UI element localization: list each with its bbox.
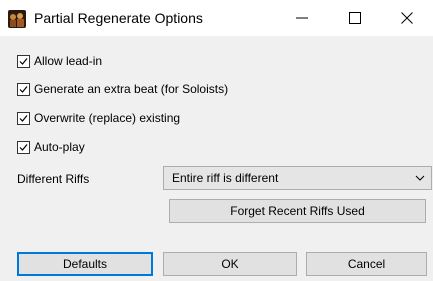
checkbox-label: Allow lead-in <box>34 54 103 68</box>
maximize-button[interactable] <box>332 0 378 36</box>
checkmark-icon <box>19 114 28 122</box>
checkbox-box[interactable] <box>17 82 30 96</box>
app-icon <box>8 10 26 28</box>
different-riffs-dropdown[interactable]: Entire riff is different <box>163 166 432 190</box>
chevron-down-icon <box>415 175 425 181</box>
forget-recent-riffs-button[interactable]: Forget Recent Riffs Used <box>169 199 426 223</box>
extra-beat-checkbox[interactable]: Generate an extra beat (for Soloists) <box>17 80 228 98</box>
checkbox-label: Generate an extra beat (for Soloists) <box>34 82 229 96</box>
defaults-button[interactable]: Defaults <box>17 252 153 276</box>
ok-button[interactable]: OK <box>163 252 297 276</box>
minimize-icon <box>296 17 308 19</box>
checkbox-box[interactable] <box>17 54 30 68</box>
partial-regenerate-dialog: Partial Regenerate Options Allow lead-in <box>0 0 433 281</box>
close-button[interactable] <box>384 0 430 36</box>
checkbox-label: Auto-play <box>34 140 85 154</box>
checkbox-box[interactable] <box>17 140 30 154</box>
title-bar[interactable]: Partial Regenerate Options <box>0 0 433 36</box>
window-title: Partial Regenerate Options <box>34 10 203 26</box>
checkbox-box[interactable] <box>17 111 30 125</box>
maximize-icon <box>349 12 361 24</box>
cancel-button[interactable]: Cancel <box>306 252 427 276</box>
different-riffs-label: Different Riffs <box>17 172 90 186</box>
close-icon <box>401 12 413 24</box>
allow-lead-in-checkbox[interactable]: Allow lead-in <box>17 52 102 70</box>
checkmark-icon <box>19 143 28 151</box>
auto-play-checkbox[interactable]: Auto-play <box>17 138 85 156</box>
minimize-button[interactable] <box>279 0 325 36</box>
overwrite-existing-checkbox[interactable]: Overwrite (replace) existing <box>17 109 180 127</box>
checkmark-icon <box>19 57 28 65</box>
checkbox-label: Overwrite (replace) existing <box>34 111 181 125</box>
checkmark-icon <box>19 85 28 93</box>
dropdown-value: Entire riff is different <box>172 171 279 185</box>
